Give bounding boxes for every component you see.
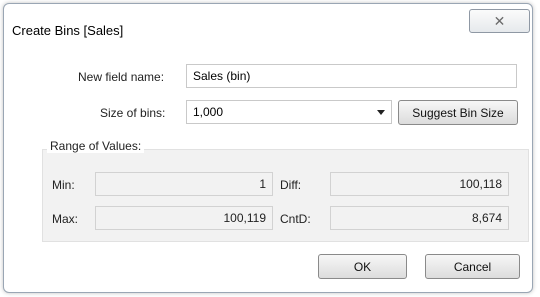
max-label: Max:	[52, 212, 79, 226]
diff-label: Diff:	[280, 178, 302, 192]
max-value-field: 100,119	[95, 206, 273, 230]
close-icon: ✕	[493, 13, 506, 29]
cntd-value: 8,674	[471, 211, 502, 225]
field-name-label: New field name:	[78, 70, 165, 84]
min-value: 1	[259, 177, 266, 191]
diff-value-field: 100,118	[330, 172, 509, 196]
ok-button[interactable]: OK	[318, 254, 407, 279]
bin-size-value: 1,000	[193, 105, 224, 119]
chevron-down-icon[interactable]	[377, 110, 385, 115]
dialog-body: New field name: Sales (bin) Size of bins…	[12, 47, 529, 279]
bin-size-combobox[interactable]: 1,000	[186, 100, 392, 124]
diff-value: 100,118	[459, 177, 503, 191]
close-button[interactable]: ✕	[469, 9, 530, 33]
min-value-field: 1	[95, 172, 273, 196]
create-bins-dialog: Create Bins [Sales] ✕ New field name: Sa…	[3, 3, 533, 293]
range-group-title: Range of Values:	[47, 139, 145, 153]
max-value: 100,119	[223, 211, 267, 225]
suggest-bin-size-button[interactable]: Suggest Bin Size	[398, 100, 518, 125]
cntd-label: CntD:	[280, 212, 311, 226]
cancel-button[interactable]: Cancel	[425, 254, 520, 279]
bin-size-label: Size of bins:	[100, 106, 166, 120]
field-name-value: Sales (bin)	[193, 69, 251, 83]
cntd-value-field: 8,674	[330, 206, 509, 230]
dialog-title: Create Bins [Sales]	[12, 23, 124, 38]
field-name-input[interactable]: Sales (bin)	[186, 64, 517, 88]
min-label: Min:	[52, 178, 75, 192]
